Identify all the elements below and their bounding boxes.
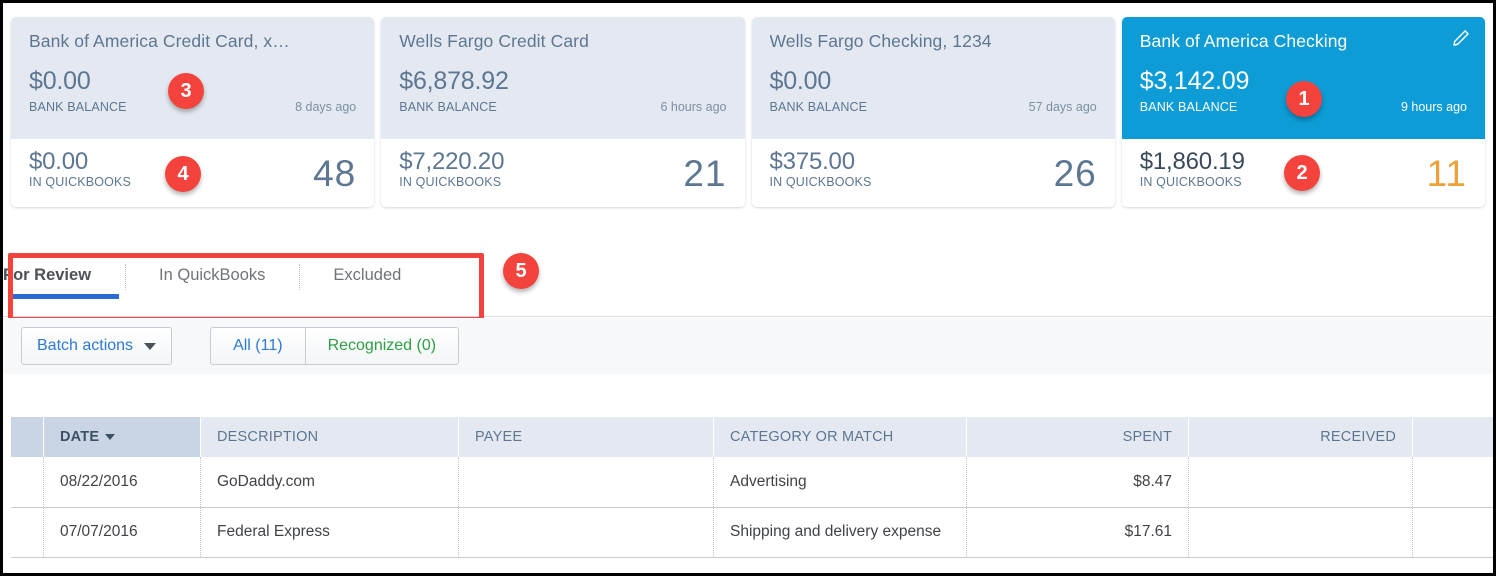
bank-balance-label: BANK BALANCE [29,100,127,114]
tab-for-review[interactable]: For Review [3,258,125,299]
last-sync-time: 57 days ago [1029,100,1097,114]
transactions-table: DATE DESCRIPTION PAYEE CATEGORY OR MATCH… [11,417,1494,558]
filter-segmented-control: All (11) Recognized (0) [210,327,459,365]
cell-spent: $8.47 [967,457,1189,507]
batch-actions-button[interactable]: Batch actions [21,327,172,365]
bank-feed-screen: Bank of America Credit Card, x… $0.00 BA… [0,0,1496,576]
bank-balance-amount: $6,878.92 [399,67,726,96]
quickbooks-balance-label: IN QUICKBOOKS [770,175,872,189]
quickbooks-balance-label: IN QUICKBOOKS [29,175,131,189]
quickbooks-balance-amount: $7,220.20 [399,149,504,174]
filter-recognized-button[interactable]: Recognized (0) [306,327,460,365]
quickbooks-balance-group: $1,860.19 IN QUICKBOOKS [1140,149,1245,189]
card-body: $375.00 IN QUICKBOOKS 26 [752,139,1115,207]
bank-balance-amount: $0.00 [770,67,1097,96]
cell-received [1189,507,1413,557]
card-header: Bank of America Checking $3,142.09 BANK … [1122,17,1485,139]
tab-excluded[interactable]: Excluded [299,258,435,299]
card-header: Wells Fargo Checking, 1234 $0.00 BANK BA… [752,17,1115,139]
cell-date: 08/22/2016 [44,457,201,507]
callout-badge-3: 3 [168,73,204,109]
quickbooks-balance-label: IN QUICKBOOKS [1140,175,1245,189]
column-header-date-label: DATE [60,429,99,445]
table-header: DATE DESCRIPTION PAYEE CATEGORY OR MATCH… [11,417,1494,457]
quickbooks-balance-label: IN QUICKBOOKS [399,175,504,189]
row-checkbox-cell[interactable] [11,507,44,557]
cell-category-or-match[interactable]: Advertising [714,457,967,507]
transaction-count[interactable]: 11 [1427,155,1467,192]
table-row[interactable]: 08/22/2016 GoDaddy.com Advertising $8.47 [11,457,1494,507]
card-header: Wells Fargo Credit Card $6,878.92 BANK B… [381,17,744,139]
cell-payee[interactable] [459,507,714,557]
table-row[interactable]: 07/07/2016 Federal Express Shipping and … [11,507,1494,557]
cell-spent: $17.61 [967,507,1189,557]
cell-description: Federal Express [201,507,459,557]
account-title: Bank of America Checking [1140,31,1467,52]
card-body: $7,220.20 IN QUICKBOOKS 21 [381,139,744,207]
column-header-spent[interactable]: SPENT [967,417,1189,457]
bank-balance-label: BANK BALANCE [770,100,868,114]
account-title: Wells Fargo Checking, 1234 [770,31,1097,52]
last-sync-time: 8 days ago [295,100,356,114]
column-header-payee[interactable]: PAYEE [459,417,714,457]
transaction-count[interactable]: 26 [1054,155,1097,192]
quickbooks-balance-amount: $375.00 [770,149,872,174]
tab-bar: For Review In QuickBooks Excluded [3,221,1493,317]
account-title: Wells Fargo Credit Card [399,31,726,52]
account-title: Bank of America Credit Card, x… [29,31,356,52]
tab-in-quickbooks[interactable]: In QuickBooks [125,258,299,299]
bank-balance-label: BANK BALANCE [1140,100,1238,114]
column-header-actions [1413,417,1494,457]
account-card-wells-fargo-credit-card[interactable]: Wells Fargo Credit Card $6,878.92 BANK B… [381,17,744,207]
filter-all-button[interactable]: All (11) [210,327,306,365]
cell-payee[interactable] [459,457,714,507]
cell-actions[interactable] [1413,507,1494,557]
sort-descending-icon [105,434,115,440]
cell-received [1189,457,1413,507]
bank-balance-label: BANK BALANCE [399,100,497,114]
card-header-footer: BANK BALANCE 6 hours ago [399,100,726,114]
last-sync-time: 6 hours ago [660,100,726,114]
card-header-footer: BANK BALANCE 57 days ago [770,100,1097,114]
account-card-wells-fargo-checking[interactable]: Wells Fargo Checking, 1234 $0.00 BANK BA… [752,17,1115,207]
table-body: 08/22/2016 GoDaddy.com Advertising $8.47… [11,457,1494,557]
quickbooks-balance-group: $7,220.20 IN QUICKBOOKS [399,149,504,189]
cell-description: GoDaddy.com [201,457,459,507]
account-cards-strip: Bank of America Credit Card, x… $0.00 BA… [3,3,1493,221]
edit-pencil-icon[interactable] [1451,28,1471,48]
last-sync-time: 9 hours ago [1401,100,1467,114]
row-checkbox-cell[interactable] [11,457,44,507]
quickbooks-balance-amount: $1,860.19 [1140,149,1245,174]
column-header-date[interactable]: DATE [44,417,201,457]
column-header-description[interactable]: DESCRIPTION [201,417,459,457]
callout-badge-4: 4 [165,156,201,192]
column-header-category-or-match[interactable]: CATEGORY OR MATCH [714,417,967,457]
batch-actions-label: Batch actions [37,337,133,355]
cell-actions[interactable] [1413,457,1494,507]
column-header-received[interactable]: RECEIVED [1189,417,1413,457]
callout-badge-2: 2 [1284,155,1320,191]
chevron-down-icon [144,343,156,350]
table-toolbar: Batch actions All (11) Recognized (0) [3,318,1493,374]
table-header-row: DATE DESCRIPTION PAYEE CATEGORY OR MATCH… [11,417,1494,457]
tab-list: For Review In QuickBooks Excluded [11,258,435,299]
quickbooks-balance-group: $375.00 IN QUICKBOOKS [770,149,872,189]
cell-category-or-match[interactable]: Shipping and delivery expense [714,507,967,557]
cell-date: 07/07/2016 [44,507,201,557]
transaction-count[interactable]: 48 [313,155,356,192]
quickbooks-balance-group: $0.00 IN QUICKBOOKS [29,149,131,189]
quickbooks-balance-amount: $0.00 [29,149,131,174]
callout-badge-1: 1 [1286,81,1322,117]
transaction-count[interactable]: 21 [683,155,726,192]
column-select-all[interactable] [11,417,44,457]
callout-badge-5: 5 [503,253,539,289]
